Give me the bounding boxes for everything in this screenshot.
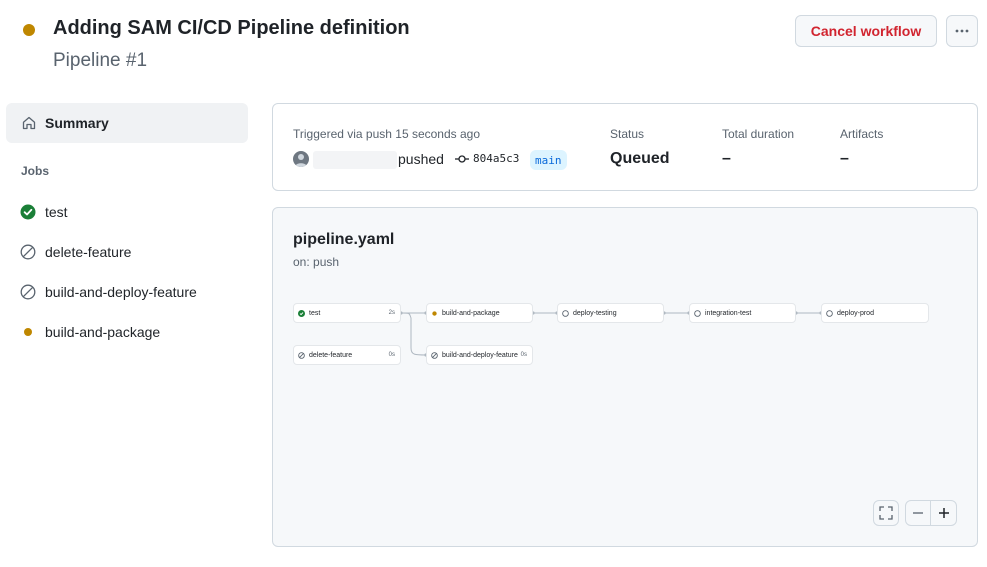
plus-icon [938, 508, 949, 518]
branch-label[interactable]: main [530, 150, 567, 170]
home-icon [22, 116, 36, 130]
cancel-workflow-button[interactable]: Cancel workflow [795, 15, 937, 47]
avatar[interactable] [293, 151, 309, 167]
trigger-text: Triggered via push 15 seconds ago [293, 127, 481, 141]
graph-node-integration-test[interactable]: integration-test [689, 303, 796, 323]
run-subtitle: Pipeline #1 [53, 50, 148, 71]
more-options-button[interactable] [946, 15, 978, 47]
fullscreen-button[interactable] [873, 500, 899, 526]
sidebar-summary-link[interactable]: Summary [6, 103, 248, 143]
job-label: delete-feature [45, 244, 132, 260]
minus-icon [913, 512, 923, 514]
node-duration: 0s [388, 352, 395, 358]
sidebar-job-delete-feature[interactable]: delete-feature [20, 241, 131, 263]
graph-node-deploy-testing[interactable]: deploy-testing [557, 303, 664, 323]
node-duration: 2s [388, 310, 395, 316]
sidebar-job-test[interactable]: test [20, 201, 68, 223]
graph-node-build-and-deploy-feature[interactable]: build-and-deploy-feature 0s [426, 345, 533, 365]
skip-icon [298, 351, 305, 359]
sidebar-job-build-and-package[interactable]: build-and-package [20, 321, 160, 343]
artifacts-label: Artifacts [840, 127, 884, 141]
job-label: build-and-deploy-feature [45, 284, 197, 300]
sidebar-job-build-and-deploy-feature[interactable]: build-and-deploy-feature [20, 281, 197, 303]
node-label: test [309, 309, 321, 317]
skip-icon [20, 244, 36, 260]
zoom-out-button[interactable] [905, 500, 931, 526]
node-label: delete-feature [309, 351, 353, 359]
queued-dot-icon [431, 310, 438, 317]
job-label: build-and-package [45, 324, 161, 340]
graph-node-build-and-package[interactable]: build-and-package [426, 303, 533, 323]
graph-node-test[interactable]: test 2s [293, 303, 401, 323]
pending-circle-icon [562, 309, 569, 317]
status-value: Queued [610, 150, 670, 167]
commit-sha-link[interactable]: 804a5c3 [473, 152, 519, 165]
check-circle-icon [298, 309, 305, 317]
actor-username-redacted [313, 151, 397, 169]
summary-label: Summary [45, 115, 109, 131]
run-title: Adding SAM CI/CD Pipeline definition [53, 17, 410, 39]
status-label: Status [610, 127, 645, 141]
duration-value: – [722, 150, 731, 167]
workflow-edges [399, 311, 823, 357]
node-label: deploy-prod [837, 309, 874, 317]
skip-icon [20, 284, 36, 300]
zoom-in-button[interactable] [930, 500, 957, 526]
git-commit-icon [455, 155, 469, 163]
duration-label: Total duration [722, 127, 795, 141]
job-label: test [45, 204, 68, 220]
jobs-heading: Jobs [21, 164, 50, 178]
node-label: integration-test [705, 309, 752, 317]
graph-node-deploy-prod[interactable]: deploy-prod [821, 303, 929, 323]
node-duration: 0s [520, 352, 527, 358]
kebab-horizontal-icon [955, 29, 969, 33]
pushed-text: pushed [398, 151, 444, 167]
node-label: deploy-testing [573, 309, 617, 317]
queued-dot-icon [20, 324, 36, 340]
graph-node-delete-feature[interactable]: delete-feature 0s [293, 345, 401, 365]
artifacts-value: – [840, 150, 849, 167]
run-info-card: Triggered via push 15 seconds ago pushed… [272, 103, 978, 191]
skip-icon [431, 351, 438, 359]
node-label: build-and-package [442, 309, 500, 317]
run-status-dot [23, 24, 35, 36]
screen-full-icon [879, 506, 893, 520]
pending-circle-icon [694, 309, 701, 317]
node-label: build-and-deploy-feature [442, 351, 518, 359]
pending-circle-icon [826, 309, 833, 317]
check-circle-icon [20, 204, 36, 220]
workflow-graph-card: pipeline.yaml on: push test 2s build-and… [272, 207, 978, 547]
